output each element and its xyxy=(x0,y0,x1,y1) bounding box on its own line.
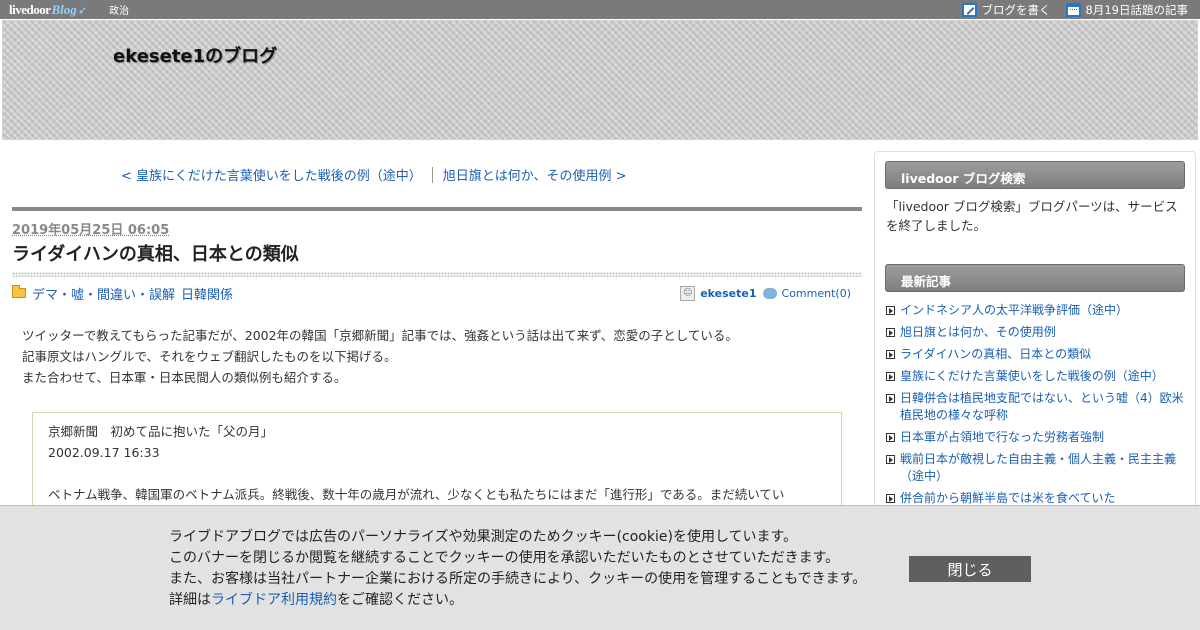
calendar-icon xyxy=(1065,2,1081,17)
comment-bubble-icon xyxy=(762,287,777,299)
top-category-label: 政治 xyxy=(109,6,130,17)
recent-post-link[interactable]: 日韓併合は植民地支配ではない、という嘘（4）欧米植民地の様々な呼称 xyxy=(900,390,1186,424)
body-paragraph: また合わせて、日本軍・日本民間人の類似例も紹介する。 xyxy=(22,370,347,385)
quote-gap xyxy=(48,463,826,484)
logo-main-text: livedoor xyxy=(9,1,51,17)
comment-count-link[interactable]: Comment(0) xyxy=(782,287,851,300)
recent-post-link[interactable]: 戦前日本が敵視した自由主義・個人主義・民主主義（途中） xyxy=(900,451,1186,485)
article-meta: デマ・嘘・間違い・誤解 日韓関係 ☺ ekesete1 Comment(0) xyxy=(12,283,857,303)
arrow-bullet-icon xyxy=(886,455,895,464)
list-item: 旭日旗とは何か、その使用例 xyxy=(886,324,1186,341)
recent-posts-heading: 最新記事 xyxy=(885,264,1185,292)
quote-headline: 京郷新聞 初めて品に抱いた「父の月」 xyxy=(48,424,274,439)
cookie-banner: ライブドアブログでは広告のパーソナライズや効果測定のためクッキー(cookie)… xyxy=(0,505,1200,630)
topic-articles-label: 8月19日話題の記事 xyxy=(1085,2,1188,17)
top-bar-links: ブログを書く 8月19日話題の記事 xyxy=(947,2,1188,18)
recent-posts-list: インドネシア人の太平洋戦争評価（途中） 旭日旗とは何か、その使用例 ライダイハン… xyxy=(886,302,1186,512)
topic-articles-link[interactable]: 8月19日話題の記事 xyxy=(1065,2,1188,18)
list-item: 皇族にくだけた言葉使いをした戦後の例（途中） xyxy=(886,368,1186,385)
terms-of-use-link[interactable]: ライブドア利用規約 xyxy=(211,592,337,608)
recent-post-link[interactable]: 日本軍が占領地で行なった労務者強制 xyxy=(900,429,1104,446)
pencil-icon xyxy=(961,2,977,17)
cookie-line: ライブドアブログでは広告のパーソナライズや効果測定のためクッキー(cookie)… xyxy=(169,529,798,545)
list-item: ライダイハンの真相、日本との類似 xyxy=(886,346,1186,363)
search-widget-heading: livedoor ブログ検索 xyxy=(885,161,1185,189)
title-dotted-divider xyxy=(12,272,862,277)
recent-post-link[interactable]: インドネシア人の太平洋戦争評価（途中） xyxy=(900,302,1128,319)
cookie-line: このバナーを閉じるか閲覧を継続することでクッキーの使用を承認いただいたものとさせ… xyxy=(169,550,840,566)
list-item: 日本軍が占領地で行なった労務者強制 xyxy=(886,429,1186,446)
search-widget-notice: 「livedoor ブログ検索」ブログパーツは、サービスを終了しました。 xyxy=(886,199,1178,233)
sidebar: livedoor ブログ検索 「livedoor ブログ検索」ブログパーツは、サ… xyxy=(874,151,1196,551)
blog-header: ekesete1のブログ xyxy=(2,20,1198,140)
cookie-line: また、お客様は当社パートナー企業における所定の手続きにより、クッキーの使用を管理… xyxy=(169,571,867,587)
article-title: ライダイハンの真相、日本との類似 xyxy=(12,244,299,265)
cookie-notice-text: ライブドアブログでは広告のパーソナライズや効果測定のためクッキー(cookie)… xyxy=(169,527,866,611)
top-bar: livedoor Blog ➶ 政治 ブログを書く 8月19日話題の記事 xyxy=(0,0,1200,19)
arrow-bullet-icon xyxy=(886,394,895,403)
write-blog-link[interactable]: ブログを書く xyxy=(961,2,1051,18)
quote-timestamp: 2002.09.17 16:33 xyxy=(48,445,160,460)
logo-sub-text: Blog xyxy=(51,1,77,17)
list-item: 日韓併合は植民地支配ではない、という嘘（4）欧米植民地の様々な呼称 xyxy=(886,390,1186,424)
quote-paragraph: ベトナム戦争、韓国軍のベトナム派兵。終戦後、数十年の歳月が流れ、少なくとも私たち… xyxy=(48,487,785,502)
arrow-bullet-icon xyxy=(886,372,895,381)
cookie-line: 詳細はライブドア利用規約をご確認ください。 xyxy=(169,590,866,611)
author-link[interactable]: ekesete1 xyxy=(700,287,756,300)
avatar[interactable]: ☺ xyxy=(680,285,696,301)
list-item: インドネシア人の太平洋戦争評価（途中） xyxy=(886,302,1186,319)
livedoor-blog-logo[interactable]: livedoor Blog ➶ xyxy=(9,2,87,18)
body-paragraph: 記事原文はハングルで、それをウェブ翻訳したものを以下掲げる。 xyxy=(22,349,397,364)
article-pager: < 皇族にくだけた言葉使いをした戦後の例（途中） 旭日旗とは何か、その使用例 > xyxy=(121,165,627,184)
article-date: 2019年05月25日 06:05 xyxy=(12,223,170,238)
cookie-details-suffix: をご確認ください。 xyxy=(337,592,463,608)
recent-post-link[interactable]: 皇族にくだけた言葉使いをした戦後の例（途中） xyxy=(900,368,1164,385)
write-blog-label: ブログを書く xyxy=(981,2,1051,17)
cookie-details-prefix: 詳細は xyxy=(169,592,211,608)
folder-icon xyxy=(12,285,26,298)
close-banner-button[interactable]: 閉じる xyxy=(909,556,1031,582)
recent-post-link[interactable]: ライダイハンの真相、日本との類似 xyxy=(900,346,1091,363)
arrow-bullet-icon xyxy=(886,350,895,359)
arrow-bullet-icon xyxy=(886,494,895,503)
author-box: ☺ ekesete1 Comment(0) xyxy=(680,285,857,301)
category-link[interactable]: 日韓関係 xyxy=(181,284,233,303)
pager-divider xyxy=(431,166,433,183)
arrow-bullet-icon xyxy=(886,306,895,315)
next-article-link[interactable]: 旭日旗とは何か、その使用例 > xyxy=(443,165,627,184)
list-item: 戦前日本が敵視した自由主義・個人主義・民主主義（途中） xyxy=(886,451,1186,485)
blog-title[interactable]: ekesete1のブログ xyxy=(113,42,277,68)
prev-article-link[interactable]: < 皇族にくだけた言葉使いをした戦後の例（途中） xyxy=(121,165,422,184)
arrow-bullet-icon xyxy=(886,433,895,442)
recent-post-link[interactable]: 旭日旗とは何か、その使用例 xyxy=(900,324,1056,341)
category-link[interactable]: デマ・嘘・間違い・誤解 xyxy=(32,284,175,303)
bird-icon: ➶ xyxy=(77,4,88,17)
arrow-bullet-icon xyxy=(886,328,895,337)
article-top-rule xyxy=(12,207,862,211)
body-paragraph: ツイッターで教えてもらった記事だが、2002年の韓国「京郷新聞」記事では、強姦と… xyxy=(22,328,738,343)
article-body: ツイッターで教えてもらった記事だが、2002年の韓国「京郷新聞」記事では、強姦と… xyxy=(22,325,738,388)
